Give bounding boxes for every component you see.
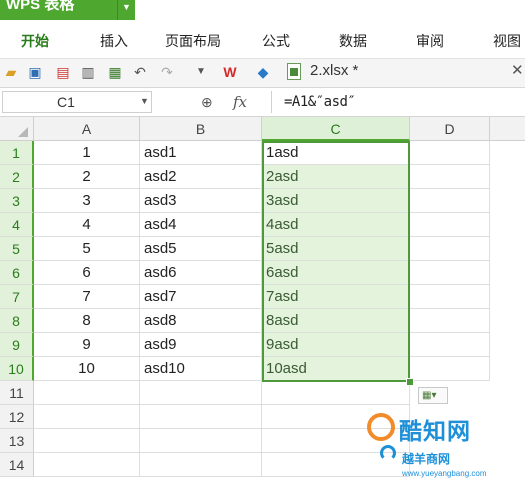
customize-toolbar-icon[interactable]: ▼ (193, 64, 209, 80)
name-box-value: C1 (57, 94, 75, 110)
cell-a4[interactable]: 4 (34, 213, 140, 237)
cell-b12[interactable] (140, 405, 262, 429)
fill-handle[interactable] (406, 378, 414, 386)
cell-c11[interactable] (262, 381, 410, 405)
row-header[interactable]: 6 (0, 261, 34, 285)
export-pdf-icon[interactable]: ▤ (55, 64, 71, 80)
cell-b11[interactable] (140, 381, 262, 405)
formula-text: =A1&″asd″ (284, 94, 356, 110)
print-preview-icon[interactable]: ▦ (107, 64, 123, 80)
auto-fill-options-button[interactable]: ▦▾ (418, 387, 448, 404)
cell-a1[interactable]: 1 (34, 141, 140, 165)
cell-b5[interactable]: asd5 (140, 237, 262, 261)
menu-home[interactable]: 开始 (21, 31, 49, 51)
cell-d3[interactable] (410, 189, 490, 213)
cell-b10[interactable]: asd10 (140, 357, 262, 381)
print-icon[interactable]: ▥ (80, 64, 96, 80)
cell-a12[interactable] (34, 405, 140, 429)
row-header[interactable]: 8 (0, 309, 34, 333)
cell-b7[interactable]: asd7 (140, 285, 262, 309)
column-header-b[interactable]: B (140, 117, 262, 141)
row-header[interactable]: 7 (0, 285, 34, 309)
zoom-search-icon[interactable]: ⊕ (201, 94, 213, 111)
cell-a10[interactable]: 10 (34, 357, 140, 381)
menu-view[interactable]: 视图 (493, 31, 521, 51)
wps-menu-button[interactable]: WPS 表格 (0, 0, 117, 20)
menu-data[interactable]: 数据 (339, 31, 367, 51)
watermark-title: 酷知网 (399, 418, 471, 444)
xlsx-file-icon (287, 63, 301, 80)
row-header[interactable]: 14 (0, 453, 34, 477)
insert-function-icon[interactable]: fx (233, 93, 247, 111)
cell-b1[interactable]: asd1 (140, 141, 262, 165)
cell-a11[interactable] (34, 381, 140, 405)
cell-d6[interactable] (410, 261, 490, 285)
cell-d4[interactable] (410, 213, 490, 237)
row-header[interactable]: 10 (0, 357, 34, 381)
column-header-c[interactable]: C (262, 117, 410, 141)
document-tab-title[interactable]: 2.xlsx * (310, 62, 358, 79)
row-header[interactable]: 1 (0, 141, 34, 165)
cell-b14[interactable] (140, 453, 262, 477)
cell-a2[interactable]: 2 (34, 165, 140, 189)
cell-b3[interactable]: asd3 (140, 189, 262, 213)
watermark-subtitle: 越羊商网 (402, 452, 451, 466)
undo-icon[interactable]: ↶ (132, 64, 148, 80)
cell-a13[interactable] (34, 429, 140, 453)
cell-b2[interactable]: asd2 (140, 165, 262, 189)
save-icon[interactable]: ▣ (27, 64, 43, 80)
menu-page-layout[interactable]: 页面布局 (165, 31, 221, 51)
cell-d8[interactable] (410, 309, 490, 333)
menu-review[interactable]: 审阅 (416, 31, 444, 51)
cell-d7[interactable] (410, 285, 490, 309)
cloud-cube-icon[interactable]: ◆ (255, 64, 271, 80)
selection-range (262, 141, 410, 382)
cell-b9[interactable]: asd9 (140, 333, 262, 357)
name-box[interactable] (2, 91, 152, 113)
close-tab-icon[interactable]: ✕ (511, 61, 524, 79)
cell-b13[interactable] (140, 429, 262, 453)
cell-a6[interactable]: 6 (34, 261, 140, 285)
row-header[interactable]: 2 (0, 165, 34, 189)
wps-logo-icon[interactable]: W (222, 64, 238, 80)
cell-d10[interactable] (410, 357, 490, 381)
column-header-a[interactable]: A (34, 117, 140, 141)
row-header[interactable]: 9 (0, 333, 34, 357)
redo-icon[interactable]: ↷ (159, 64, 175, 80)
menu-insert[interactable]: 插入 (100, 31, 128, 51)
row-header[interactable]: 4 (0, 213, 34, 237)
column-header-d[interactable]: D (410, 117, 490, 141)
watermark-logo-icon (367, 413, 395, 441)
cell-d2[interactable] (410, 165, 490, 189)
name-box-dropdown-icon[interactable]: ▼ (140, 96, 149, 106)
watermark-wifi-icon (380, 445, 396, 461)
watermark-url: www.yueyangbang.com (402, 469, 487, 478)
row-header[interactable]: 3 (0, 189, 34, 213)
open-folder-icon[interactable]: ▰ (3, 64, 19, 80)
cell-a3[interactable]: 3 (34, 189, 140, 213)
cell-d5[interactable] (410, 237, 490, 261)
cell-b6[interactable]: asd6 (140, 261, 262, 285)
cell-a14[interactable] (34, 453, 140, 477)
menu-formulas[interactable]: 公式 (262, 31, 290, 51)
app-name: WPS 表格 (6, 0, 75, 13)
row-header[interactable]: 13 (0, 429, 34, 453)
cell-a8[interactable]: 8 (34, 309, 140, 333)
row-header[interactable]: 12 (0, 405, 34, 429)
cell-a5[interactable]: 5 (34, 237, 140, 261)
row-header[interactable]: 11 (0, 381, 34, 405)
select-all-corner[interactable] (0, 117, 34, 141)
cell-b8[interactable]: asd8 (140, 309, 262, 333)
cell-d1[interactable] (410, 141, 490, 165)
cell-d9[interactable] (410, 333, 490, 357)
select-all-triangle-icon (18, 127, 28, 137)
cell-b4[interactable]: asd4 (140, 213, 262, 237)
column-header-e[interactable] (490, 117, 525, 141)
cell-a7[interactable]: 7 (34, 285, 140, 309)
wps-menu-dropdown-icon[interactable]: ▼ (117, 0, 135, 20)
row-header[interactable]: 5 (0, 237, 34, 261)
cell-a9[interactable]: 9 (34, 333, 140, 357)
